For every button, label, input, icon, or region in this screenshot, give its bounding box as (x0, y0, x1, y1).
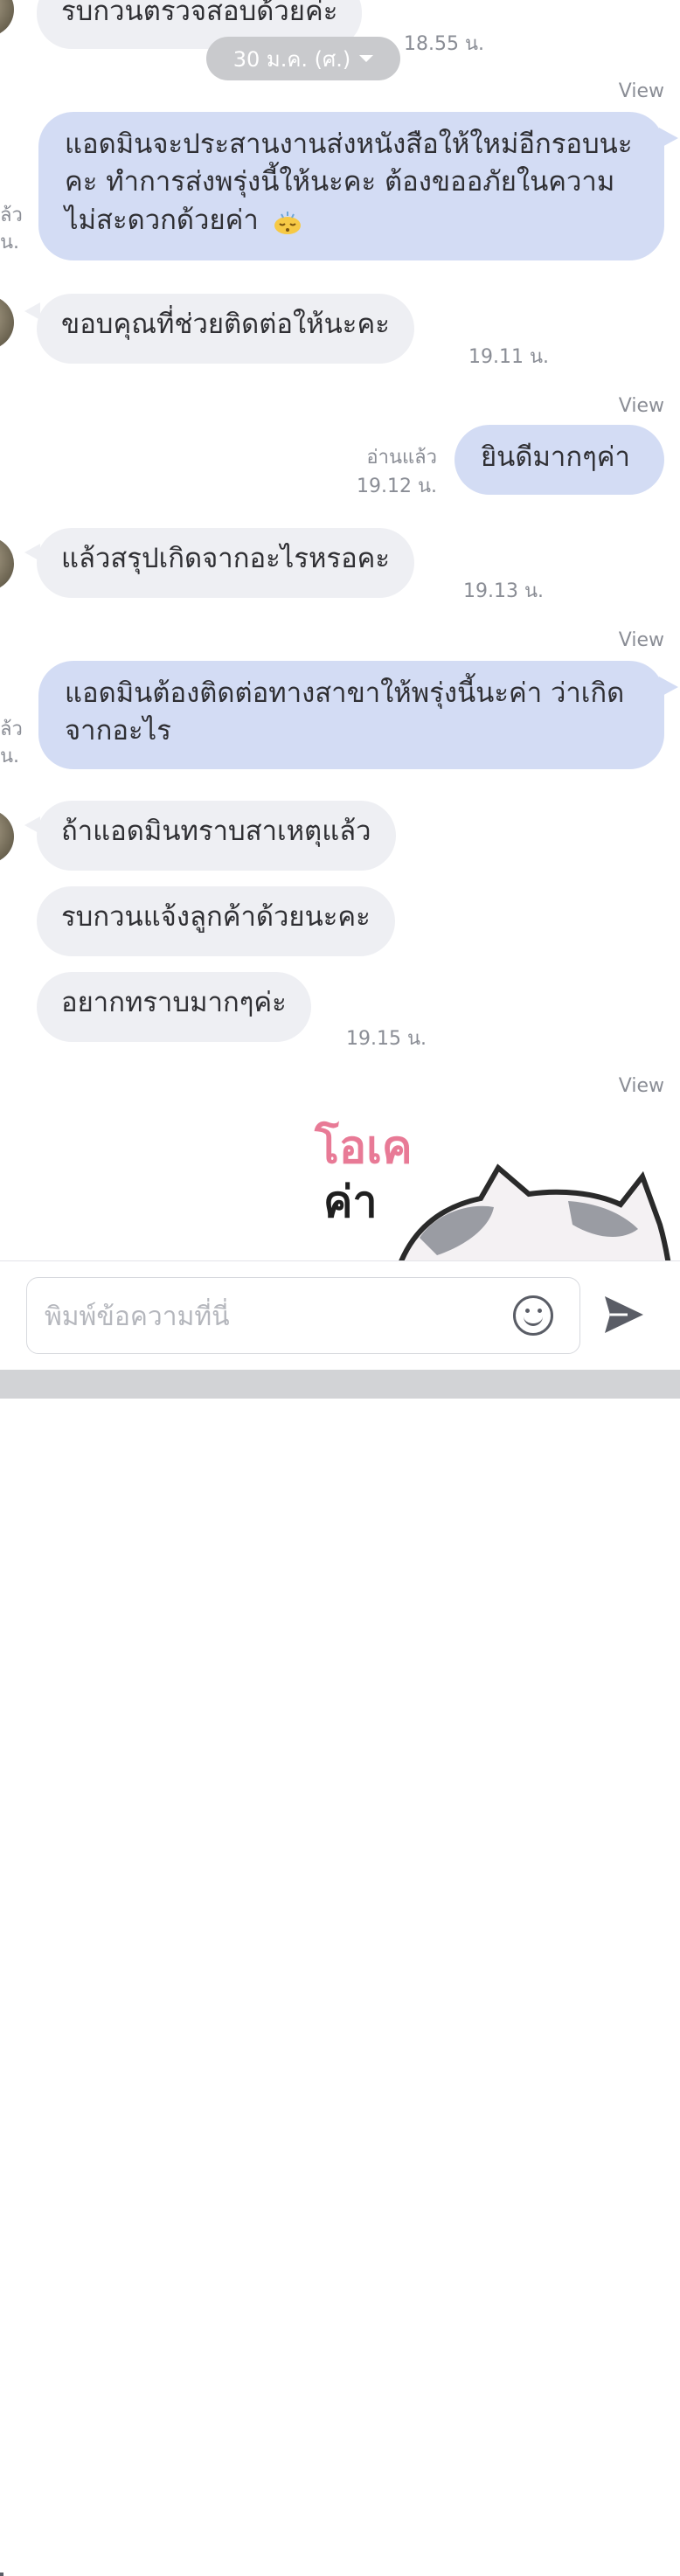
contact-avatar[interactable] (0, 537, 14, 591)
chevron-down-icon (359, 55, 374, 62)
message-text: ยินดีมากๆค่า (481, 441, 630, 473)
read-status-partial: ล้ว น. (0, 205, 23, 253)
message-time: 19.13 น. (463, 580, 545, 602)
incoming-message[interactable]: แล้วสรุปเกิดจากอะไรหรอคะ (37, 528, 415, 598)
incoming-message[interactable]: ขอบคุณที่ช่วยติดต่อให้นะคะ (37, 294, 414, 364)
smiley-eye (525, 1309, 530, 1313)
chat-area[interactable]: รบกวนตรวจสอบด้วยค่ะ 18.55 น. 30 ม.ค. (ศ.… (0, 0, 680, 1260)
message-text: แอดมินต้องติดต่อทางสาขาให้พรุ่งนี้นะค่า … (65, 677, 625, 747)
view-link[interactable]: View (619, 629, 664, 651)
message-text: แล้วสรุปเกิดจากอะไรหรอคะ (61, 543, 391, 574)
sleepy-face-emoji-icon (273, 208, 302, 235)
read-status: อ่านแล้ว 19.12 น. (356, 447, 437, 497)
message-time: 19.15 น. (346, 1028, 427, 1050)
message-text: รบกวนตรวจสอบด้วยค่ะ (61, 0, 338, 27)
smiley-mouth (524, 1314, 543, 1326)
message-text: อยากทราบมากๆค่ะ (61, 987, 287, 1018)
cat-face-icon (399, 1163, 671, 1260)
outgoing-message[interactable]: ยินดีมากๆค่า (454, 425, 664, 495)
incoming-message[interactable]: ถ้าแอดมินทราบสาเหตุแล้ว (37, 801, 396, 871)
menu-edge-icon[interactable] (0, 2573, 3, 2576)
message-text: ถ้าแอดมินทราบสาเหตุแล้ว (61, 816, 371, 847)
message-text: แอดมินจะประสานงานส่งหนังสือให้ใหม่อีกรอบ… (65, 128, 633, 236)
message-input[interactable] (43, 1278, 501, 1355)
view-link[interactable]: View (619, 395, 664, 417)
outgoing-message[interactable]: แอดมินต้องติดต่อทางสาขาให้พรุ่งนี้นะค่า … (38, 661, 664, 769)
date-separator-button[interactable]: 30 ม.ค. (ศ.) (206, 37, 400, 80)
bubble-tail (659, 128, 678, 149)
contact-avatar[interactable] (0, 0, 14, 37)
smiley-eye (538, 1309, 542, 1313)
message-time: 18.55 น. (404, 33, 485, 55)
read-status-partial: ล้ว น. (0, 719, 23, 767)
message-time: 19.11 น. (468, 346, 550, 368)
message-text: ขอบคุณที่ช่วยติดต่อให้นะคะ (61, 309, 390, 340)
outgoing-message[interactable]: แอดมินจะประสานงานส่งหนังสือให้ใหม่อีกรอบ… (38, 112, 664, 260)
message-composer (0, 1260, 680, 2576)
cat-sticker[interactable]: โอเค ค่า (306, 1110, 673, 1260)
view-link[interactable]: View (619, 80, 664, 102)
bubble-tail (659, 677, 678, 698)
message-text: รบกวนแจ้งลูกค้าด้วยนะคะ (61, 901, 371, 933)
smiley-icon[interactable] (513, 1295, 553, 1336)
send-icon[interactable] (601, 1293, 647, 1337)
contact-avatar[interactable] (0, 295, 14, 350)
incoming-message[interactable]: อยากทราบมากๆค่ะ (37, 972, 311, 1042)
view-link[interactable]: View (619, 1075, 664, 1097)
message-input-box[interactable] (26, 1277, 580, 1355)
incoming-message[interactable]: รบกวนแจ้งลูกค้าด้วยนะคะ (37, 886, 395, 956)
contact-avatar[interactable] (0, 809, 14, 864)
sticker-text-ka: ค่า (323, 1177, 378, 1227)
date-label: 30 ม.ค. (ศ.) (232, 46, 351, 72)
system-nav-bar (0, 1370, 680, 1399)
